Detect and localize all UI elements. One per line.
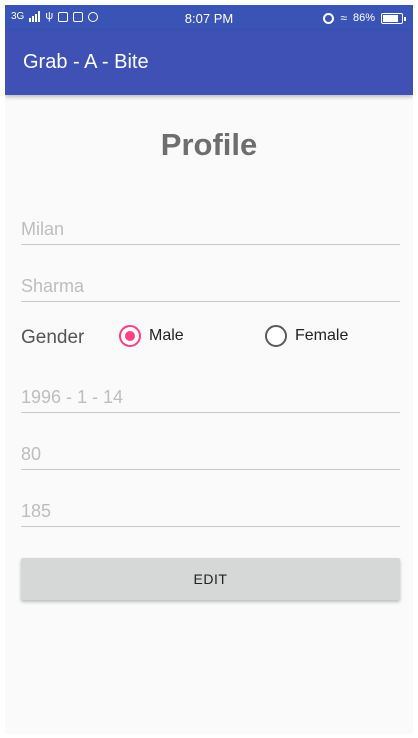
first-name-field-container [21,205,400,245]
alarm-icon [323,12,335,24]
gender-male-radio[interactable]: Male [119,325,184,347]
battery-icon [381,12,406,24]
radio-checked-icon[interactable] [119,325,141,347]
edit-button[interactable]: EDIT [21,558,400,600]
gender-row: Gender Male Female [21,323,401,353]
wifi-icon: ≈ [340,11,347,25]
radio-unchecked-icon[interactable] [265,325,287,347]
status-right-icons: ≈ 86% [323,11,406,25]
battery-percent: 86% [352,12,375,24]
last-name-field[interactable] [21,262,400,301]
page-title: Profile [160,127,258,162]
last-name-field-container [21,262,400,302]
status-bar: 3G ψ 8:07 PM ≈ 86% [5,5,413,31]
weight-field-container [21,430,400,470]
app-screen: 3G ψ 8:07 PM ≈ 86% Grab - A - Bite Profi… [5,5,413,734]
height-field-container [21,487,400,527]
gender-label: Gender [21,327,85,348]
app-title: Grab - A - Bite [23,51,149,73]
height-field[interactable] [21,487,400,526]
first-name-field[interactable] [21,205,400,244]
dob-field-container [21,373,400,413]
dob-field[interactable] [21,373,400,412]
weight-field[interactable] [21,430,400,469]
gender-female-radio[interactable]: Female [265,325,348,347]
gender-female-label: Female [295,327,349,344]
gender-male-label: Male [149,327,184,344]
app-bar: Grab - A - Bite [5,31,413,95]
